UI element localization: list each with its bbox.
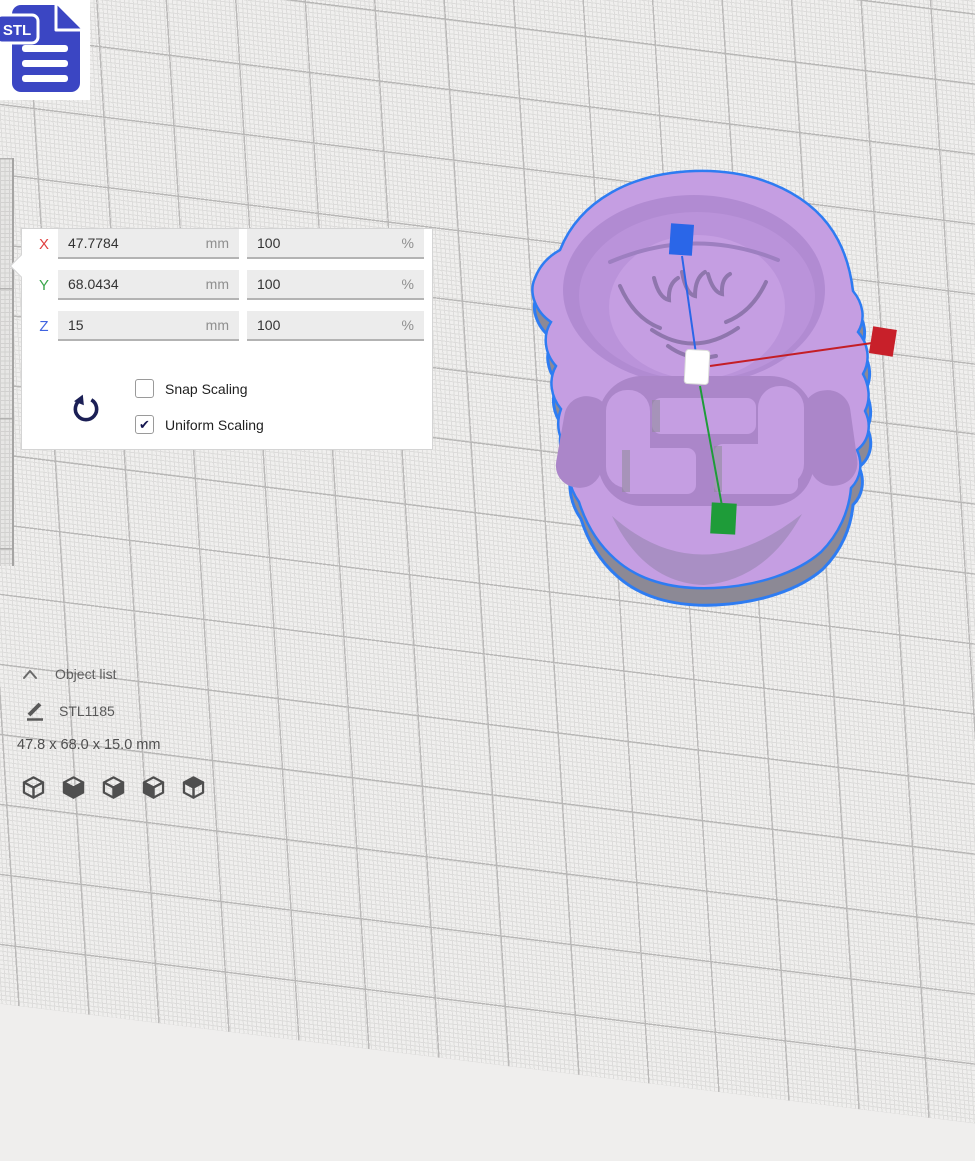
view-left-button[interactable]	[140, 774, 167, 801]
x-percent-input[interactable]	[247, 235, 402, 251]
object-list-item[interactable]: STL1185	[24, 700, 115, 722]
z-mm-input[interactable]	[58, 317, 206, 333]
uniform-scaling-option[interactable]: ✔ Uniform Scaling	[135, 415, 264, 434]
stl-badge-text: STL	[3, 22, 31, 39]
model-viewport[interactable]	[505, 155, 915, 615]
z-percent-input[interactable]	[247, 317, 402, 333]
uniform-scale-handle[interactable]	[684, 349, 710, 384]
y-percent-input[interactable]	[247, 276, 402, 292]
y-mm-unit: mm	[206, 276, 239, 292]
snap-scaling-option[interactable]: Snap Scaling	[135, 379, 264, 398]
z-mm-unit: mm	[206, 317, 239, 333]
scale-row-z: Z mm %	[36, 311, 420, 341]
buildplate-edge	[0, 158, 14, 566]
view-front-icon	[60, 774, 87, 801]
y-percent-field: %	[247, 270, 424, 300]
z-mm-field: mm	[58, 311, 239, 341]
scale-row-y: Y mm %	[36, 270, 420, 300]
view-right-icon	[180, 774, 207, 801]
uniform-scaling-label: Uniform Scaling	[165, 417, 264, 433]
pencil-icon	[24, 700, 46, 722]
view-front-button[interactable]	[60, 774, 87, 801]
view-left-icon	[140, 774, 167, 801]
x-scale-handle[interactable]	[869, 326, 897, 356]
y-scale-handle[interactable]	[710, 502, 737, 534]
object-list-header: Object list	[55, 666, 116, 682]
object-list-toggle[interactable]: Object list	[20, 666, 116, 682]
x-percent-field: %	[247, 229, 424, 259]
scaling-options: Snap Scaling ✔ Uniform Scaling	[135, 379, 264, 451]
z-axis-label: Z	[36, 318, 52, 335]
x-axis-label: X	[36, 236, 52, 253]
view-3d-icon	[20, 774, 47, 801]
object-name: STL1185	[59, 703, 115, 719]
scale-tool-panel: X mm % Y mm % Z mm %	[21, 228, 433, 450]
snap-scaling-label: Snap Scaling	[165, 381, 248, 397]
z-scale-handle[interactable]	[669, 223, 694, 256]
z-percent-field: %	[247, 311, 424, 341]
x-mm-field: mm	[58, 229, 239, 259]
y-mm-input[interactable]	[58, 276, 206, 292]
y-mm-field: mm	[58, 270, 239, 300]
view-3d-button[interactable]	[20, 774, 47, 801]
chevron-up-icon	[20, 666, 40, 682]
uniform-scaling-checkbox[interactable]: ✔	[135, 415, 154, 434]
view-top-icon	[100, 774, 127, 801]
z-percent-unit: %	[402, 317, 424, 333]
y-axis-label: Y	[36, 277, 52, 294]
scale-row-x: X mm %	[36, 229, 420, 259]
x-mm-input[interactable]	[58, 235, 206, 251]
camera-view-toolbar	[20, 774, 220, 801]
reset-arrow-icon	[70, 393, 102, 425]
y-percent-unit: %	[402, 276, 424, 292]
x-percent-unit: %	[402, 235, 424, 251]
x-mm-unit: mm	[206, 235, 239, 251]
view-right-button[interactable]	[180, 774, 207, 801]
reset-scale-button[interactable]	[70, 393, 102, 425]
snap-scaling-checkbox[interactable]	[135, 379, 154, 398]
view-top-button[interactable]	[100, 774, 127, 801]
stl-file-thumbnail: STL	[0, 0, 90, 100]
model-dimensions-readout: 47.8 x 68.0 x 15.0 mm	[17, 737, 160, 753]
stl-file-icon: STL	[0, 0, 90, 100]
